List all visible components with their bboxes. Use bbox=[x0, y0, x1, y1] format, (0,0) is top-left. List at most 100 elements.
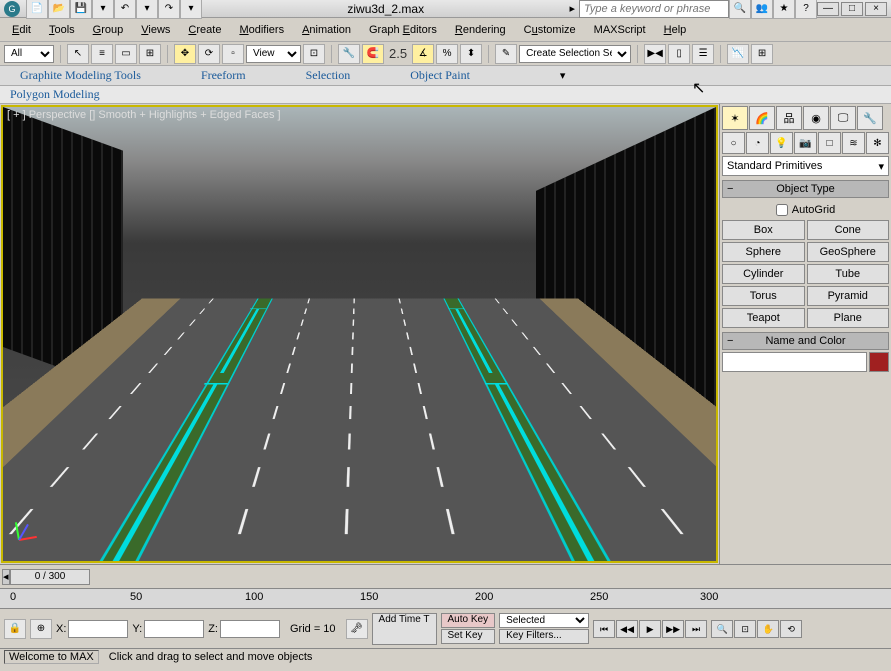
snap-toggle-icon[interactable]: 🧲 bbox=[362, 44, 384, 64]
named-selection-dropdown[interactable]: Create Selection Set bbox=[519, 45, 631, 63]
select-name-icon[interactable]: ≡ bbox=[91, 44, 113, 64]
select-icon[interactable]: ↖ bbox=[67, 44, 89, 64]
x-input[interactable] bbox=[68, 620, 128, 638]
btn-teapot[interactable]: Teapot bbox=[722, 308, 805, 328]
play-icon[interactable]: ▶ bbox=[639, 620, 661, 638]
zoom-all-icon[interactable]: ⊡ bbox=[734, 620, 756, 638]
q-icon[interactable]: ? bbox=[795, 0, 817, 19]
spinner-snap-icon[interactable]: ⬍ bbox=[460, 44, 482, 64]
subtab-helpers[interactable]: □ bbox=[818, 132, 841, 154]
autogrid-checkbox[interactable] bbox=[776, 204, 788, 216]
tab-graphite[interactable]: Graphite Modeling Tools bbox=[20, 68, 141, 83]
schematic-icon[interactable]: ⊞ bbox=[751, 44, 773, 64]
abs-rel-icon[interactable]: ⊕ bbox=[30, 619, 52, 639]
prev-frame-icon[interactable]: ◀◀ bbox=[616, 620, 638, 638]
rollout-object-type[interactable]: Object Type bbox=[722, 180, 889, 198]
btn-box[interactable]: Box bbox=[722, 220, 805, 240]
subtab-spacewarps[interactable]: ≋ bbox=[842, 132, 865, 154]
menu-customize[interactable]: Customize bbox=[516, 22, 584, 38]
cmd-tab-create[interactable]: ✶ bbox=[722, 106, 748, 130]
orbit-icon[interactable]: ⟲ bbox=[780, 620, 802, 638]
undo-dropdown-icon[interactable]: ▾ bbox=[136, 0, 158, 19]
redo-dropdown-icon[interactable]: ▾ bbox=[180, 0, 202, 19]
key-filters-button[interactable]: Key Filters... bbox=[499, 629, 589, 644]
subtab-geometry[interactable]: ○ bbox=[722, 132, 745, 154]
btn-torus[interactable]: Torus bbox=[722, 286, 805, 306]
z-input[interactable] bbox=[220, 620, 280, 638]
selection-filter-dropdown[interactable]: All bbox=[4, 45, 54, 63]
subtab-cameras[interactable]: 📷 bbox=[794, 132, 817, 154]
align-icon[interactable]: ▯ bbox=[668, 44, 690, 64]
rotate-icon[interactable]: ⟳ bbox=[198, 44, 220, 64]
new-icon[interactable]: 📄 bbox=[26, 0, 48, 19]
undo-icon[interactable]: ↶ bbox=[114, 0, 136, 19]
btn-tube[interactable]: Tube bbox=[807, 264, 890, 284]
btn-sphere[interactable]: Sphere bbox=[722, 242, 805, 262]
window-crossing-icon[interactable]: ⊞ bbox=[139, 44, 161, 64]
track-toggle-icon[interactable]: ◂ bbox=[2, 569, 10, 585]
object-color-swatch[interactable] bbox=[869, 352, 889, 372]
subtab-lights[interactable]: 💡 bbox=[770, 132, 793, 154]
search-input[interactable] bbox=[579, 0, 729, 18]
time-ruler[interactable]: 0 50 100 150 200 250 300 bbox=[0, 588, 891, 608]
key-mode-dropdown[interactable]: Selected bbox=[499, 613, 589, 628]
btn-plane[interactable]: Plane bbox=[807, 308, 890, 328]
menu-maxscript[interactable]: MAXScript bbox=[586, 22, 654, 38]
cmd-tab-hierarchy[interactable]: 品 bbox=[776, 106, 802, 130]
tab-freeform[interactable]: Freeform bbox=[201, 68, 246, 83]
mirror-icon[interactable]: ▶◀ bbox=[644, 44, 666, 64]
edit-named-sel-icon[interactable]: ✎ bbox=[495, 44, 517, 64]
subtab-polygon-modeling[interactable]: Polygon Modeling bbox=[10, 87, 100, 102]
add-time-tag-button[interactable]: Add Time T bbox=[372, 613, 437, 645]
y-input[interactable] bbox=[144, 620, 204, 638]
object-name-input[interactable] bbox=[722, 352, 867, 372]
cmd-tab-modify[interactable]: 🌈 bbox=[749, 106, 775, 130]
ref-coord-dropdown[interactable]: View bbox=[246, 45, 301, 63]
close-button[interactable]: × bbox=[865, 2, 887, 16]
key-lock-icon[interactable]: 🗝 bbox=[346, 619, 368, 639]
menu-create[interactable]: Create bbox=[180, 22, 229, 38]
layers-icon[interactable]: ☰ bbox=[692, 44, 714, 64]
save-dropdown-icon[interactable]: ▾ bbox=[92, 0, 114, 19]
menu-views[interactable]: Views bbox=[133, 22, 178, 38]
cmd-tab-motion[interactable]: ◉ bbox=[803, 106, 829, 130]
auto-key-button[interactable]: Auto Key bbox=[441, 613, 496, 628]
subtab-systems[interactable]: ✻ bbox=[866, 132, 889, 154]
next-frame-icon[interactable]: ▶▶ bbox=[662, 620, 684, 638]
cmd-tab-utilities[interactable]: 🔧 bbox=[857, 106, 883, 130]
viewport-perspective[interactable]: [ + ] Perspective [] Smooth + Highlights… bbox=[1, 105, 718, 563]
menu-help[interactable]: Help bbox=[656, 22, 695, 38]
menu-group[interactable]: Group bbox=[85, 22, 132, 38]
zoom-icon[interactable]: 🔍 bbox=[711, 620, 733, 638]
time-slider[interactable]: 0 / 300 bbox=[10, 569, 90, 585]
pan-icon[interactable]: ✋ bbox=[757, 620, 779, 638]
open-icon[interactable]: 📂 bbox=[48, 0, 70, 19]
curve-editor-icon[interactable]: 📉 bbox=[727, 44, 749, 64]
comm-icon[interactable]: 👥 bbox=[751, 0, 773, 19]
category-dropdown[interactable]: Standard Primitives ▾ bbox=[722, 156, 889, 176]
menu-animation[interactable]: Animation bbox=[294, 22, 359, 38]
scale-icon[interactable]: ▫ bbox=[222, 44, 244, 64]
btn-pyramid[interactable]: Pyramid bbox=[807, 286, 890, 306]
manip-icon[interactable]: 🔧 bbox=[338, 44, 360, 64]
btn-cone[interactable]: Cone bbox=[807, 220, 890, 240]
time-slider-bar[interactable]: ◂ 0 / 300 bbox=[0, 564, 891, 588]
pivot-icon[interactable]: ⊡ bbox=[303, 44, 325, 64]
angle-snap-icon[interactable]: ∡ bbox=[412, 44, 434, 64]
menu-rendering[interactable]: Rendering bbox=[447, 22, 514, 38]
btn-geosphere[interactable]: GeoSphere bbox=[807, 242, 890, 262]
move-icon[interactable]: ✥ bbox=[174, 44, 196, 64]
menu-tools[interactable]: Tools bbox=[41, 22, 83, 38]
viewport-label[interactable]: [ + ] Perspective [] Smooth + Highlights… bbox=[7, 109, 281, 121]
goto-end-icon[interactable]: ⏭ bbox=[685, 620, 707, 638]
percent-snap-icon[interactable]: % bbox=[436, 44, 458, 64]
menu-modifiers[interactable]: Modifiers bbox=[231, 22, 292, 38]
tab-selection[interactable]: Selection bbox=[306, 68, 351, 83]
save-icon[interactable]: 💾 bbox=[70, 0, 92, 19]
lock-icon[interactable]: 🔒 bbox=[4, 619, 26, 639]
cmd-tab-display[interactable]: 🖵 bbox=[830, 106, 856, 130]
ribbon-dropdown-icon[interactable]: ▾ bbox=[560, 69, 566, 82]
minimize-button[interactable]: — bbox=[817, 2, 839, 16]
btn-cylinder[interactable]: Cylinder bbox=[722, 264, 805, 284]
redo-icon[interactable]: ↷ bbox=[158, 0, 180, 19]
